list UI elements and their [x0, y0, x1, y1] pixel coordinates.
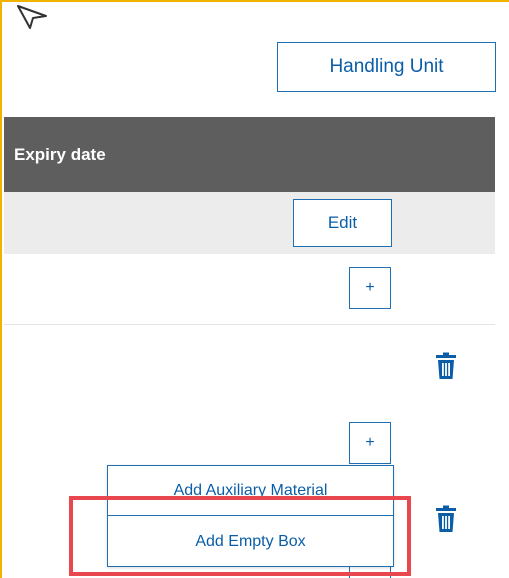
- edit-button[interactable]: Edit: [293, 199, 392, 247]
- table-row: [4, 254, 495, 325]
- add-row-button[interactable]: +: [349, 267, 391, 309]
- table-header: Expiry date: [4, 117, 495, 192]
- trash-icon[interactable]: [433, 505, 459, 533]
- menu-item-add-empty-box[interactable]: Add Empty Box: [108, 517, 393, 567]
- menu-item-add-auxiliary-material[interactable]: Add Auxiliary Material: [108, 466, 393, 516]
- app-frame: Handling Unit Expiry date Edit + + Add A…: [0, 0, 509, 578]
- column-header-expiry-date: Expiry date: [14, 144, 106, 164]
- handling-unit-button[interactable]: Handling Unit: [277, 42, 496, 92]
- table-row: [4, 192, 495, 254]
- add-item-button[interactable]: +: [349, 422, 391, 464]
- trash-icon[interactable]: [433, 352, 459, 380]
- add-menu-dropdown: Add Auxiliary Material Add Empty Box: [107, 465, 394, 567]
- cursor-icon: [17, 5, 47, 29]
